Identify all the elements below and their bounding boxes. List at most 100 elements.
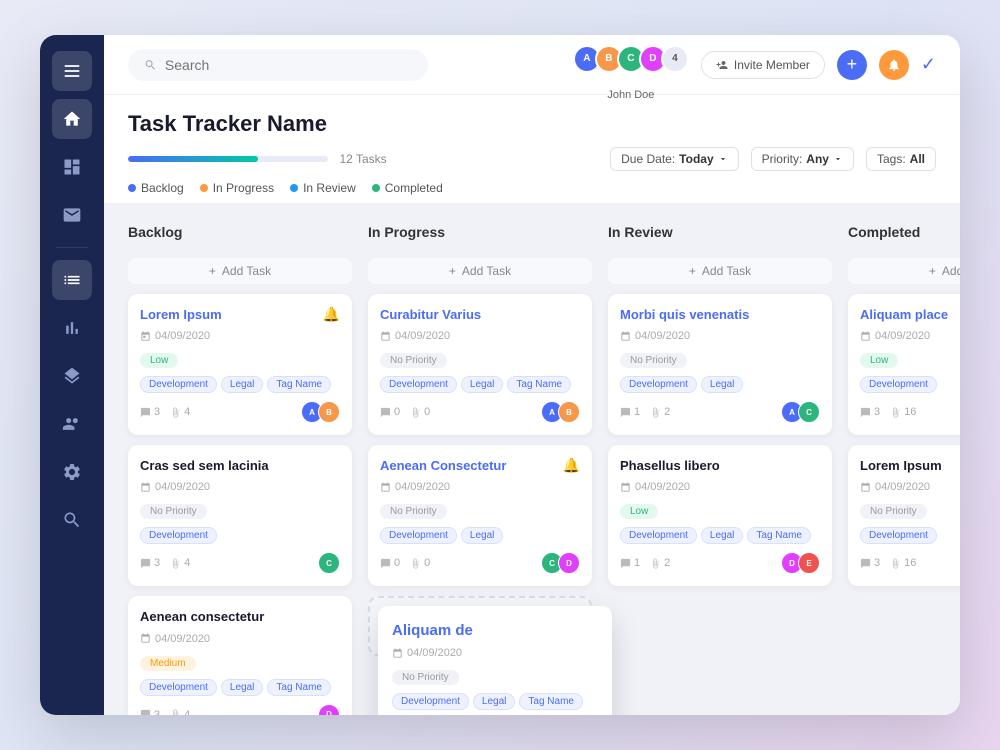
task-card-c1: Aliquam place 04/09/2020 Low Development — [848, 294, 960, 435]
add-task-inreview[interactable]: + Add Task — [608, 258, 832, 284]
invite-member-button[interactable]: Invite Member — [701, 51, 825, 79]
progress-bar — [128, 156, 328, 162]
task-avatar: D — [558, 552, 580, 574]
task-footer: 3 4 C — [140, 552, 340, 574]
column-backlog: Backlog + Add Task Lorem Ipsum 🔔 04/09/2… — [120, 220, 360, 699]
task-date: 04/09/2020 — [392, 647, 598, 659]
comment-icon — [620, 407, 631, 418]
task-avatar: C — [318, 552, 340, 574]
tag: Legal — [461, 527, 503, 544]
tags-filter[interactable]: Tags: All — [866, 147, 936, 171]
tag: Development — [860, 376, 937, 393]
progress-row: 12 Tasks Due Date: Today Priority: Any T… — [128, 147, 936, 171]
task-date-value: 04/09/2020 — [635, 481, 690, 493]
attachments-count: 2 — [650, 406, 670, 418]
task-meta: 0 0 — [380, 557, 430, 569]
calendar-icon — [620, 482, 631, 493]
priority-badge: No Priority — [380, 504, 447, 519]
sidebar-item-menu[interactable] — [52, 51, 92, 91]
attach-count-val: 4 — [184, 557, 190, 569]
add-task-backlog[interactable]: + Add Task — [128, 258, 352, 284]
project-header: Task Tracker Name 12 Tasks Due Date: Tod… — [104, 95, 960, 204]
priority-label: Priority: — [762, 152, 803, 166]
task-date-value: 04/09/2020 — [875, 481, 930, 493]
sidebar-item-chart[interactable] — [52, 308, 92, 348]
search-bar[interactable] — [128, 49, 428, 81]
user-name-label: John Doe — [607, 89, 654, 101]
due-date-value: Today — [679, 152, 713, 166]
task-date-value: 04/09/2020 — [875, 330, 930, 342]
legend-dot-completed — [372, 184, 380, 192]
tag: Tag Name — [519, 693, 583, 710]
main-content: A B C D 4 John Doe Invite Member + ✓ — [104, 35, 960, 715]
priority-badge: Low — [860, 353, 898, 368]
tags-value: All — [910, 152, 925, 166]
search-input[interactable] — [165, 57, 412, 73]
tag: Legal — [701, 376, 743, 393]
legend-completed: Completed — [372, 181, 443, 195]
app-container: A B C D 4 John Doe Invite Member + ✓ — [40, 35, 960, 715]
task-title: Curabitur Varius — [380, 306, 481, 324]
kanban-board: Backlog + Add Task Lorem Ipsum 🔔 04/09/2… — [104, 204, 960, 715]
project-title: Task Tracker Name — [128, 111, 936, 137]
tag: Development — [140, 679, 217, 696]
comments-count: 3 — [140, 709, 160, 715]
attach-count-val: 2 — [664, 406, 670, 418]
tags-row: Development — [140, 527, 340, 544]
bell-icon — [887, 58, 901, 72]
comment-count-val: 3 — [874, 406, 880, 418]
sidebar-item-settings[interactable] — [52, 452, 92, 492]
comments-count: 3 — [140, 557, 160, 569]
notification-dot[interactable] — [879, 50, 909, 80]
comment-count-val: 3 — [154, 406, 160, 418]
sidebar-item-search[interactable] — [52, 500, 92, 540]
sidebar-item-layers[interactable] — [52, 356, 92, 396]
task-card-header: Aenean Consectetur 🔔 — [380, 457, 580, 475]
task-meta: 3 4 — [140, 557, 190, 569]
attach-icon — [650, 407, 661, 418]
task-date: 04/09/2020 — [140, 330, 340, 342]
attach-icon — [410, 558, 421, 569]
due-date-filter[interactable]: Due Date: Today — [610, 147, 738, 171]
sidebar-item-home[interactable] — [52, 99, 92, 139]
tag: Legal — [461, 376, 503, 393]
task-date: 04/09/2020 — [380, 481, 580, 493]
calendar-icon — [140, 633, 151, 644]
legend-dot-inprogress — [200, 184, 208, 192]
legend-label-inprogress: In Progress — [213, 181, 274, 195]
attach-count-val: 0 — [424, 406, 430, 418]
comment-icon — [860, 407, 871, 418]
sidebar-item-mail[interactable] — [52, 195, 92, 235]
column-inreview-title: In Review — [608, 220, 832, 248]
search-icon — [144, 58, 157, 72]
tags-row: Development Legal Tag Name — [392, 693, 598, 710]
add-button[interactable]: + — [837, 50, 867, 80]
task-date: 04/09/2020 — [380, 330, 580, 342]
checkmark-button[interactable]: ✓ — [921, 54, 936, 75]
tag: Development — [140, 376, 217, 393]
column-completed: Completed + Add Task Aliquam place 04/09… — [840, 220, 960, 699]
due-date-label: Due Date: — [621, 152, 675, 166]
attachments-count: 16 — [890, 406, 916, 418]
task-card-ip2: Aenean Consectetur 🔔 04/09/2020 No Prior… — [368, 445, 592, 586]
task-card-header: Curabitur Varius — [380, 306, 580, 324]
add-task-inprogress[interactable]: + Add Task — [368, 258, 592, 284]
priority-filter[interactable]: Priority: Any — [751, 147, 854, 171]
comment-count-val: 3 — [874, 557, 880, 569]
add-task-completed[interactable]: + Add Task — [848, 258, 960, 284]
legend-dot-inreview — [290, 184, 298, 192]
sidebar-item-list[interactable] — [52, 260, 92, 300]
task-avatars: A C — [781, 401, 820, 423]
task-date-value: 04/09/2020 — [395, 481, 450, 493]
tasks-count: 12 Tasks — [340, 152, 387, 166]
sidebar-item-dashboard[interactable] — [52, 147, 92, 187]
comments-count: 1 — [620, 557, 640, 569]
task-footer: 0 0 C D — [380, 552, 580, 574]
task-title: Aliquam place — [860, 306, 948, 324]
legend-inprogress: In Progress — [200, 181, 274, 195]
comment-icon — [380, 558, 391, 569]
sidebar-item-team[interactable] — [52, 404, 92, 444]
task-card-header: Phasellus libero — [620, 457, 820, 475]
add-task-label: Add Task — [222, 264, 271, 278]
comment-icon — [620, 558, 631, 569]
